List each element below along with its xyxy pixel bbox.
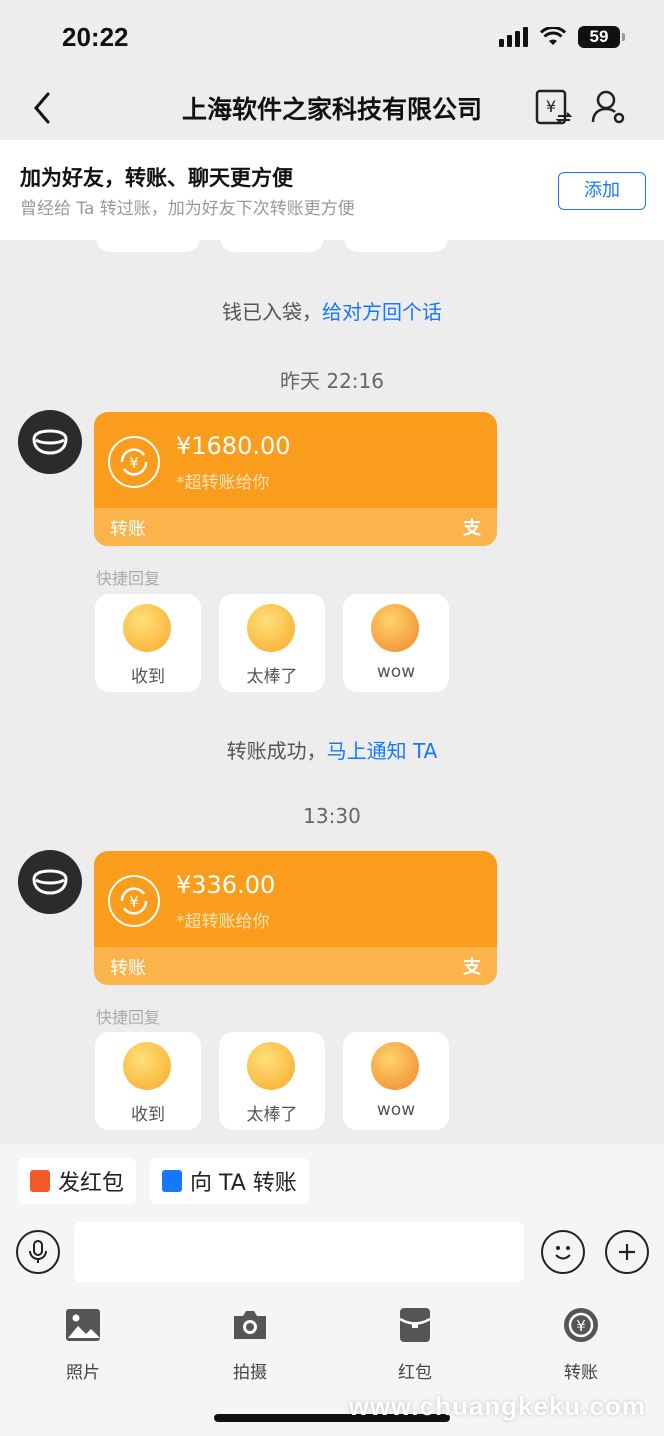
transfer-success-notice: 转账成功，马上通知 TA bbox=[0, 735, 664, 764]
camera-icon bbox=[234, 1311, 266, 1339]
svg-text:¥: ¥ bbox=[546, 97, 556, 116]
avatar[interactable] bbox=[18, 410, 82, 474]
wifi-icon bbox=[540, 27, 566, 45]
shouting-emoji-icon bbox=[123, 1042, 171, 1090]
send-red-packet-button[interactable]: 发红包 bbox=[18, 1158, 137, 1204]
transfer-card-body: ¥ ¥1680.00 *超转账给你 bbox=[94, 412, 497, 508]
voice-button[interactable] bbox=[16, 1230, 60, 1274]
transfer-card-footer: 转账 支 bbox=[94, 508, 497, 546]
add-friend-banner: 加为好友，转账、聊天更方便 曾经给 Ta 转过账，加为好友下次转账更方便 添加 bbox=[0, 140, 664, 240]
notify-link[interactable]: 马上通知 TA bbox=[327, 739, 438, 763]
transfer-coin-icon: ¥ bbox=[108, 875, 160, 927]
plus-icon bbox=[619, 1244, 635, 1260]
nav-bar: 上海软件之家科技有限公司 ¥ bbox=[0, 76, 664, 140]
transfer-amount: ¥336.00 bbox=[176, 871, 276, 899]
transfer-to-ta-button[interactable]: 向 TA 转账 bbox=[150, 1158, 309, 1204]
gold-ingot-icon bbox=[32, 429, 68, 455]
tool-label: 拍摄 bbox=[233, 1363, 267, 1383]
tool-red-packet[interactable]: 红包 bbox=[375, 1306, 455, 1383]
transfer-label: 转账 bbox=[110, 519, 146, 540]
transfer-note: *超转账给你 bbox=[176, 473, 270, 493]
quick-reply-text: 收到 bbox=[131, 667, 165, 687]
reply-link[interactable]: 给对方回个话 bbox=[322, 300, 442, 324]
composer-area: 发红包 向 TA 转账 照片 拍摄 红包 ¥ 转账 www.chuangkeku… bbox=[0, 1144, 664, 1436]
quick-reply-label: 快捷回复 bbox=[96, 569, 161, 588]
banner-subtitle: 曾经给 Ta 转过账，加为好友下次转账更方便 bbox=[20, 199, 355, 219]
quick-reply-text: wow bbox=[376, 1100, 416, 1120]
chip-label: 向 TA 转账 bbox=[190, 1171, 297, 1196]
tool-photo[interactable]: 照片 bbox=[43, 1306, 123, 1383]
quick-reply-received[interactable]: 收到 bbox=[95, 594, 201, 692]
surprised-emoji-icon bbox=[371, 604, 419, 652]
status-bar: 20:22 59 bbox=[0, 0, 664, 76]
received-notice: 钱已入袋，给对方回个话 bbox=[0, 296, 664, 325]
quick-reply-great[interactable]: 太棒了 bbox=[219, 594, 325, 692]
more-button[interactable] bbox=[605, 1230, 649, 1274]
smile-icon bbox=[555, 1246, 571, 1260]
quick-reply-label: 快捷回复 bbox=[96, 1008, 161, 1027]
tool-label: 转账 bbox=[564, 1363, 598, 1383]
add-friend-button[interactable]: 添加 bbox=[558, 172, 646, 210]
quick-reply-text: 太棒了 bbox=[246, 1105, 298, 1125]
chip-label: 发红包 bbox=[58, 1171, 125, 1196]
tool-transfer[interactable]: ¥ 转账 bbox=[541, 1306, 621, 1383]
crying-laugh-emoji-icon bbox=[247, 604, 295, 652]
quick-reply-text: 收到 bbox=[131, 1105, 165, 1125]
quick-reply-text: wow bbox=[376, 662, 416, 682]
signal-icon bbox=[499, 27, 528, 47]
transfer-label: 转账 bbox=[110, 958, 146, 979]
received-notice-text: 钱已入袋， bbox=[222, 300, 322, 324]
microphone-icon bbox=[29, 1240, 47, 1263]
banner-title: 加为好友，转账、聊天更方便 bbox=[20, 166, 293, 190]
photo-icon bbox=[66, 1309, 100, 1341]
red-packet-icon bbox=[399, 1308, 431, 1342]
status-icons: 59 bbox=[499, 26, 625, 48]
transfer-card-footer: 转账 支 bbox=[94, 947, 497, 985]
input-row bbox=[0, 1222, 664, 1282]
shouting-emoji-icon bbox=[123, 604, 171, 652]
quick-reply-wow[interactable]: wow bbox=[343, 1032, 449, 1130]
alipay-icon: 支 bbox=[463, 957, 481, 978]
svg-text:¥: ¥ bbox=[129, 893, 139, 911]
tool-label: 红包 bbox=[398, 1363, 432, 1383]
quick-reply-wow[interactable]: wow bbox=[343, 594, 449, 692]
battery-indicator: 59 bbox=[578, 26, 625, 48]
timestamp: 昨天 22:16 bbox=[280, 369, 384, 393]
watermark: www.chuangkeku.com bbox=[348, 1391, 646, 1421]
quick-reply-received[interactable]: 收到 bbox=[95, 1032, 201, 1130]
transfer-icon: ¥ bbox=[564, 1308, 598, 1342]
status-time: 20:22 bbox=[62, 22, 129, 52]
message-input[interactable] bbox=[74, 1222, 524, 1282]
transfer-card[interactable]: ¥ ¥1680.00 *超转账给你 转账 支 bbox=[94, 412, 497, 546]
crying-laugh-emoji-icon bbox=[247, 1042, 295, 1090]
tool-camera[interactable]: 拍摄 bbox=[210, 1306, 290, 1383]
transfer-coin-icon: ¥ bbox=[108, 436, 160, 488]
alipay-icon: 支 bbox=[463, 518, 481, 539]
transfer-record-icon[interactable]: ¥ bbox=[534, 88, 572, 126]
red-packet-icon bbox=[30, 1170, 50, 1192]
transfer-note: *超转账给你 bbox=[176, 912, 270, 932]
quick-reply-great[interactable]: 太棒了 bbox=[219, 1032, 325, 1130]
transfer-card[interactable]: ¥ ¥336.00 *超转账给你 转账 支 bbox=[94, 851, 497, 985]
svg-text:¥: ¥ bbox=[129, 454, 139, 472]
emoji-button[interactable] bbox=[541, 1230, 585, 1274]
tool-label: 照片 bbox=[66, 1363, 100, 1383]
quick-reply-text: 太棒了 bbox=[246, 667, 298, 687]
gold-ingot-icon bbox=[32, 869, 68, 895]
transfer-card-body: ¥ ¥336.00 *超转账给你 bbox=[94, 851, 497, 947]
surprised-emoji-icon bbox=[371, 1042, 419, 1090]
svg-text:¥: ¥ bbox=[576, 1317, 586, 1335]
success-notice-text: 转账成功， bbox=[226, 739, 327, 763]
contact-settings-icon[interactable] bbox=[590, 88, 628, 126]
transfer-amount: ¥1680.00 bbox=[176, 432, 291, 460]
transfer-icon bbox=[162, 1170, 182, 1192]
timestamp: 13:30 bbox=[303, 804, 361, 828]
avatar[interactable] bbox=[18, 850, 82, 914]
